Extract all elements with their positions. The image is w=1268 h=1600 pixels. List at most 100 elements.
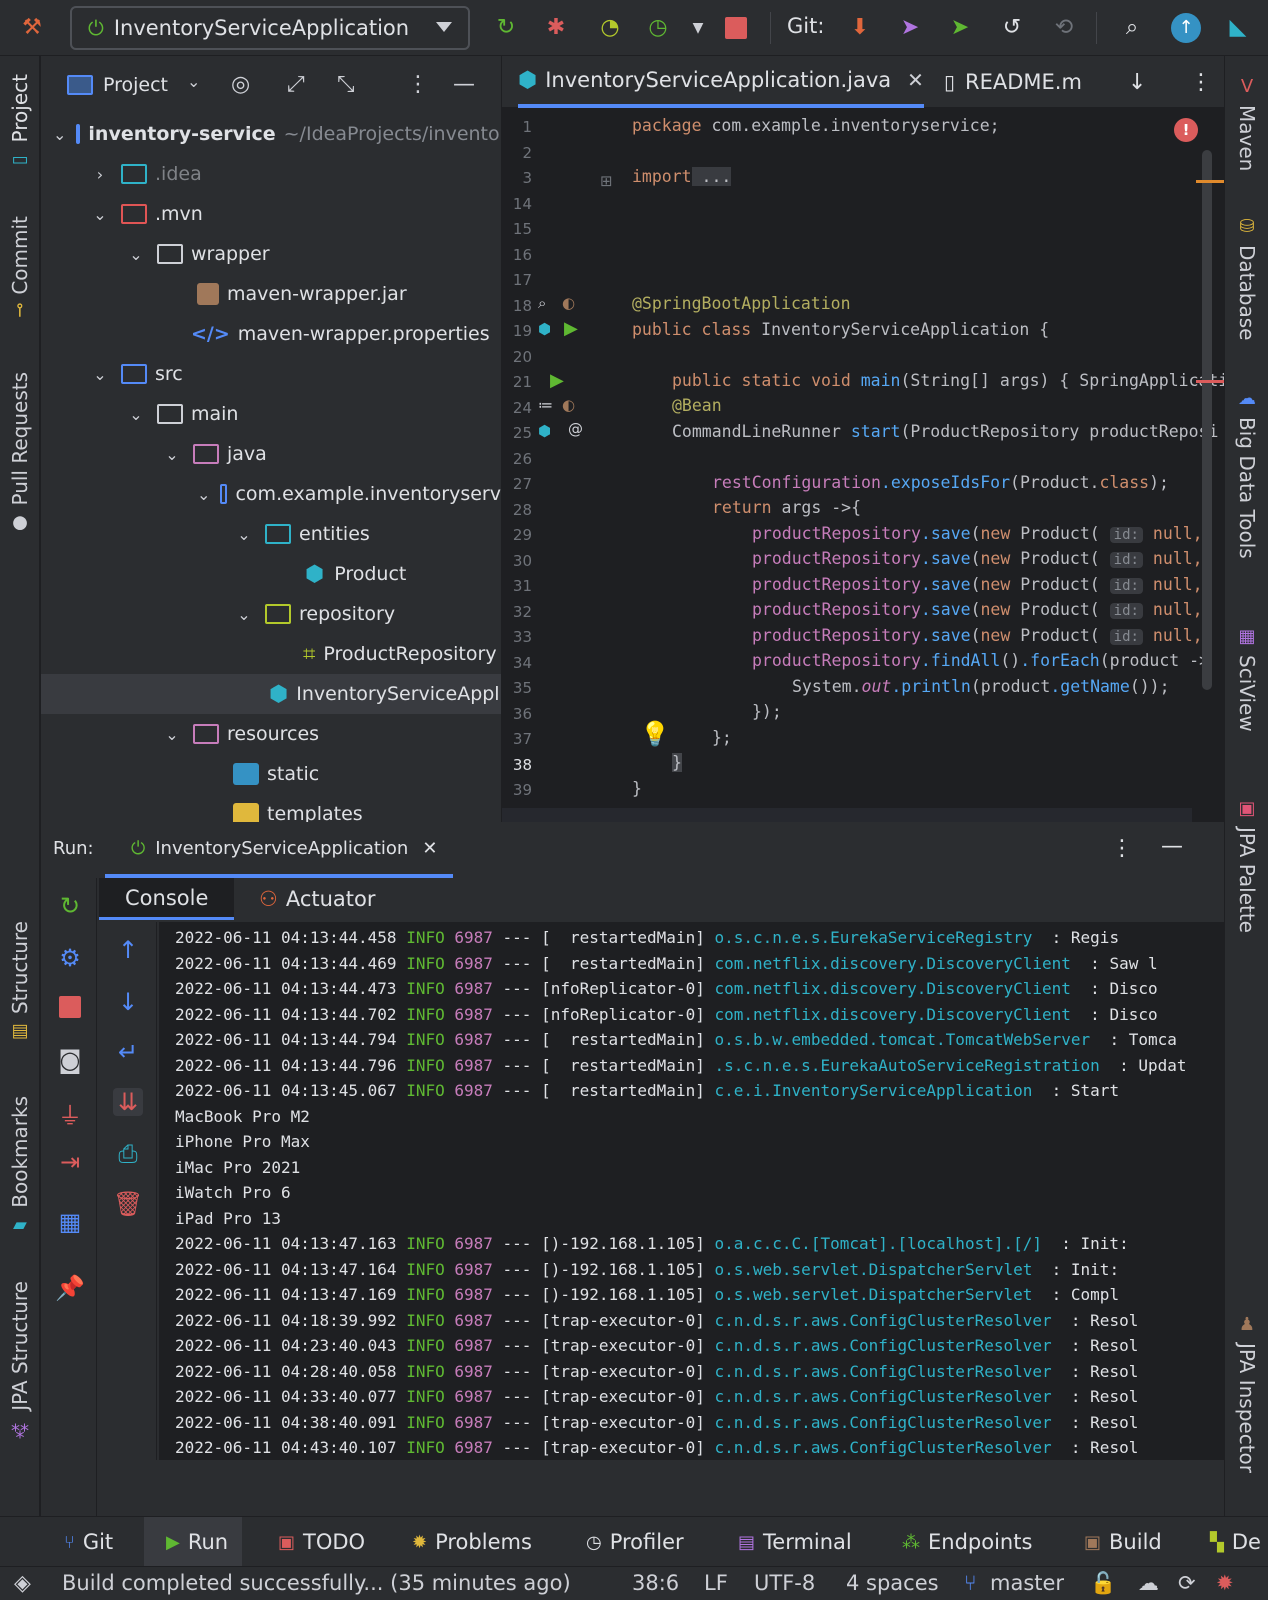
tabs-dropdown-icon[interactable]: ↓ bbox=[1128, 56, 1146, 108]
stripe-tab-pull-requests[interactable]: ● Pull Requests bbox=[8, 372, 32, 535]
stripe-tab-structure[interactable]: ▤ Structure bbox=[8, 921, 32, 1043]
tool-build[interactable]: ▣ Build bbox=[1084, 1517, 1162, 1567]
tool-git[interactable]: ⑂ Git bbox=[64, 1517, 113, 1567]
stripe-tab-jpa-palette[interactable]: ▣ JPA Palette bbox=[1235, 798, 1259, 933]
tree-item-inventory-service[interactable]: ⌄ inventory-service ~/IdeaProjects/inven… bbox=[41, 114, 501, 154]
tree-item-idea[interactable]: › .idea bbox=[41, 154, 501, 194]
error-stripe-marker[interactable] bbox=[1196, 380, 1224, 383]
stripe-tab-bookmarks[interactable]: ▰ Bookmarks bbox=[8, 1096, 32, 1237]
run-gutter-icon[interactable]: ▶ bbox=[550, 370, 564, 391]
git-branch[interactable]: master bbox=[990, 1571, 1064, 1595]
log-logger[interactable]: com.netflix.discovery.DiscoveryClient bbox=[714, 979, 1070, 998]
tree-item-product-repository[interactable]: ⌗ ProductRepository bbox=[41, 634, 501, 674]
code-with-me-icon[interactable]: ◣ bbox=[1222, 12, 1254, 44]
stop-icon[interactable] bbox=[720, 12, 752, 44]
log-logger[interactable]: c.n.d.s.r.aws.ConfigClusterResolver bbox=[714, 1438, 1051, 1457]
hide-panel-icon[interactable]: — bbox=[1161, 834, 1183, 859]
expand-all-icon[interactable]: ⤢ bbox=[287, 72, 305, 97]
fold-icon[interactable]: ⊞ bbox=[600, 172, 613, 190]
git-history-icon[interactable]: ↺ bbox=[996, 12, 1028, 44]
close-icon[interactable]: ✕ bbox=[422, 838, 437, 859]
tab-inventory-service-application[interactable]: ⬢ InventoryServiceApplication.java ✕ bbox=[518, 56, 924, 108]
editor-scrollbar[interactable] bbox=[1202, 150, 1212, 690]
error-indicator-icon[interactable]: ! bbox=[1174, 118, 1198, 142]
status-message[interactable]: Build completed successfully... (35 minu… bbox=[62, 1571, 571, 1595]
more-tabs-icon[interactable]: ⋮ bbox=[1190, 56, 1212, 108]
log-logger[interactable]: c.n.d.s.r.aws.ConfigClusterResolver bbox=[714, 1362, 1051, 1381]
tool-run[interactable]: ▶ Run bbox=[144, 1517, 243, 1567]
search-icon[interactable]: ⌕ bbox=[1116, 12, 1148, 44]
log-logger[interactable]: c.n.d.s.r.aws.ConfigClusterResolver bbox=[714, 1336, 1051, 1355]
arrow-up-icon[interactable]: ↑ bbox=[113, 936, 143, 964]
tree-item-src[interactable]: ⌄ src bbox=[41, 354, 501, 394]
indent-setting[interactable]: 4 spaces bbox=[846, 1571, 939, 1595]
spring-bean-icon[interactable]: ◐ bbox=[562, 294, 575, 312]
debug-bug-icon[interactable]: ✱ bbox=[540, 12, 572, 44]
tree-item-wrapper[interactable]: ⌄ wrapper bbox=[41, 234, 501, 274]
tree-item-resources[interactable]: ⌄ resources bbox=[41, 714, 501, 754]
log-logger[interactable]: o.s.b.w.embedded.tomcat.TomcatWebServer bbox=[714, 1030, 1090, 1049]
pin-icon[interactable]: 📌 bbox=[55, 1274, 85, 1302]
tool-endpoints[interactable]: ⁂ Endpoints bbox=[902, 1517, 1032, 1567]
tree-item-package[interactable]: ⌄ com.example.inventoryserv bbox=[41, 474, 501, 514]
file-encoding[interactable]: UTF-8 bbox=[754, 1571, 815, 1595]
log-logger[interactable]: .s.c.n.e.s.EurekaAutoServiceRegistration bbox=[714, 1056, 1099, 1075]
tree-item-maven-wrapper-jar[interactable]: maven-wrapper.jar bbox=[41, 274, 501, 314]
stripe-tab-big-data-tools[interactable]: ☁ Big Data Tools bbox=[1235, 388, 1259, 559]
print-icon[interactable]: ⎙ bbox=[113, 1140, 143, 1168]
run-configuration-selector[interactable]: ⏻ InventoryServiceApplication bbox=[70, 6, 470, 50]
caret-position[interactable]: 38:6 bbox=[632, 1571, 679, 1595]
run-with-coverage-icon[interactable]: ◔ bbox=[594, 12, 626, 44]
collapse-all-icon[interactable]: ⤡ bbox=[337, 72, 355, 97]
stop-icon[interactable] bbox=[55, 996, 85, 1024]
tree-item-maven-wrapper-properties[interactable]: </> maven-wrapper.properties bbox=[41, 314, 501, 354]
stripe-tab-maven[interactable]: ᐯ Maven bbox=[1235, 76, 1259, 171]
stripe-tab-jpa-structure[interactable]: ⁂ JPA Structure bbox=[8, 1281, 32, 1440]
tree-item-mvn[interactable]: ⌄ .mvn bbox=[41, 194, 501, 234]
tree-item-repository[interactable]: ⌄ repository bbox=[41, 594, 501, 634]
hide-panel-icon[interactable]: — bbox=[453, 72, 475, 97]
profile-icon[interactable]: ◷ bbox=[642, 12, 674, 44]
git-commit-icon[interactable]: ➤ bbox=[894, 12, 926, 44]
stripe-tab-database[interactable]: ⛁ Database bbox=[1235, 216, 1259, 340]
log-logger[interactable]: o.s.web.servlet.DispatcherServlet bbox=[714, 1285, 1032, 1304]
camera-icon[interactable]: ◙ bbox=[55, 1046, 85, 1074]
log-logger[interactable]: com.netflix.discovery.DiscoveryClient bbox=[714, 1005, 1070, 1024]
log-logger[interactable]: com.netflix.discovery.DiscoveryClient bbox=[714, 954, 1070, 973]
implementation-icon[interactable]: ≔ bbox=[538, 396, 553, 414]
exit-icon[interactable]: ⇥ bbox=[55, 1148, 85, 1176]
log-logger[interactable]: c.e.i.InventoryServiceApplication bbox=[714, 1081, 1032, 1100]
spring-boot-gutter-icon[interactable]: ⬢ bbox=[538, 320, 551, 338]
run-config-tab[interactable]: ⏻ InventoryServiceApplication ✕ bbox=[105, 822, 453, 878]
tool-todo[interactable]: ▣ TODO bbox=[278, 1517, 365, 1567]
autowired-at-icon[interactable]: @ bbox=[568, 420, 583, 438]
soft-wrap-icon[interactable]: ↵ bbox=[113, 1038, 143, 1066]
git-push-icon[interactable]: ➤ bbox=[944, 12, 976, 44]
spring-bean-icon[interactable]: ◐ bbox=[562, 396, 575, 414]
project-view-label[interactable]: Project bbox=[103, 74, 168, 96]
arrow-down-icon[interactable]: ↓ bbox=[113, 988, 143, 1016]
trash-icon[interactable]: 🗑 bbox=[113, 1190, 143, 1218]
scroll-to-end-icon[interactable]: ⇊ bbox=[113, 1088, 143, 1116]
settings-gear-icon[interactable]: ⚙ bbox=[55, 944, 85, 972]
tab-actuator[interactable]: ⚇ Actuator bbox=[259, 878, 376, 920]
stripe-tab-sciview[interactable]: ▦ SciView bbox=[1235, 626, 1259, 732]
chevron-down-icon[interactable]: ⌄ bbox=[187, 72, 200, 91]
git-update-icon[interactable]: ⬇ bbox=[844, 12, 876, 44]
tool-problems[interactable]: ✹ Problems bbox=[412, 1517, 532, 1567]
log-logger[interactable]: o.s.c.n.e.s.EurekaServiceRegistry bbox=[714, 928, 1032, 947]
code-analysis-icon[interactable]: ☁ bbox=[1138, 1571, 1159, 1595]
find-usages-icon[interactable]: ⌕ bbox=[538, 294, 546, 312]
layers-icon[interactable]: ◈ bbox=[14, 1571, 31, 1596]
rerun-icon[interactable]: ↻ bbox=[490, 12, 522, 44]
more-options-icon[interactable]: ⋮ bbox=[407, 72, 429, 97]
console-output[interactable]: 2022-06-11 04:13:44.458 INFO 6987 --- [ … bbox=[159, 922, 1224, 1460]
run-gutter-icon[interactable]: ▶ bbox=[564, 318, 578, 339]
tree-item-templates[interactable]: templates bbox=[41, 794, 501, 822]
locate-target-icon[interactable]: ◎ bbox=[231, 72, 250, 97]
more-options-icon[interactable]: ⋮ bbox=[1111, 836, 1133, 861]
tab-readme[interactable]: ▯ README.m bbox=[944, 56, 1082, 108]
plug-icon[interactable]: ⏚ bbox=[55, 1096, 85, 1131]
hammer-build-icon[interactable]: ⚒ bbox=[16, 12, 48, 44]
line-separator[interactable]: LF bbox=[704, 1571, 728, 1595]
